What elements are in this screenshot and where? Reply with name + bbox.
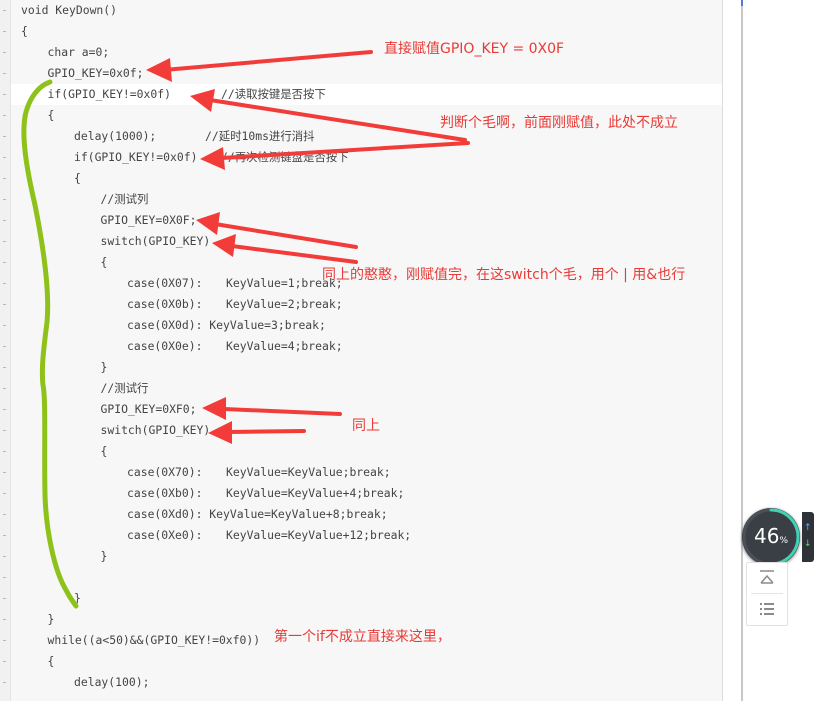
code-line: //测试行 bbox=[0, 378, 720, 399]
code-text: void KeyDown() bbox=[21, 3, 118, 17]
annotation-same-silly: 同上的憨憨，刚赋值完，在这switch个毛，用个 | 用&也行 bbox=[322, 267, 686, 283]
code-line: if(GPIO_KEY!=0x0f) //再次检测键盘是否按下 bbox=[0, 147, 720, 168]
code-line: } bbox=[0, 588, 720, 609]
code-text: //测试行 bbox=[100, 381, 149, 395]
code-text: { bbox=[100, 255, 108, 269]
code-line: { bbox=[0, 651, 720, 672]
list-menu-icon bbox=[760, 603, 774, 615]
code-line: case(0X70): KeyValue=KeyValue;break; bbox=[0, 462, 720, 483]
code-text: } bbox=[100, 549, 108, 563]
code-text: switch(GPIO_KEY) bbox=[100, 423, 211, 437]
code-line: } bbox=[0, 357, 720, 378]
code-text: GPIO_KEY=0X0F; bbox=[100, 213, 197, 227]
code-text: if(GPIO_KEY!=0x0f) bbox=[47, 87, 171, 101]
code-text: delay(1000); bbox=[74, 129, 157, 143]
code-text: if(GPIO_KEY!=0x0f) bbox=[74, 150, 198, 164]
code-text: { bbox=[47, 654, 55, 668]
code-statement: KeyValue=KeyValue+12;break; bbox=[226, 528, 412, 542]
code-line: { bbox=[0, 168, 720, 189]
code-text: delay(100); bbox=[74, 675, 150, 689]
panel-divider bbox=[722, 0, 723, 701]
annotation-direct-assign: 直接赋值GPIO_KEY = 0X0F bbox=[384, 41, 565, 57]
code-comment: //再次检测键盘是否按下 bbox=[221, 150, 349, 164]
code-text: { bbox=[100, 444, 108, 458]
code-comment: //延时10ms进行消抖 bbox=[205, 129, 315, 143]
code-text: { bbox=[21, 24, 28, 38]
code-text: switch(GPIO_KEY) bbox=[100, 234, 211, 248]
code-text: case(0Xb0): bbox=[127, 486, 203, 500]
speed-percent-unit: % bbox=[779, 536, 788, 546]
code-text: case(0X0d): KeyValue=3;break; bbox=[127, 318, 326, 332]
scrollbar-thumb[interactable] bbox=[741, 0, 743, 6]
code-text: GPIO_KEY=0x0f; bbox=[47, 66, 144, 80]
list-menu-button[interactable] bbox=[747, 594, 787, 624]
speed-percent: 46% bbox=[742, 526, 800, 551]
code-text: { bbox=[47, 108, 55, 122]
code-line: case(0Xd0): KeyValue=KeyValue+8;break; bbox=[0, 504, 720, 525]
code-text: case(0Xd0): KeyValue=KeyValue+8;break; bbox=[127, 507, 388, 521]
upload-arrow-icon: ↑ bbox=[804, 523, 812, 533]
code-line: char a=0; bbox=[0, 42, 720, 63]
code-text: } bbox=[74, 591, 81, 605]
speed-percent-value: 46 bbox=[753, 524, 780, 548]
code-line: case(0X0e): KeyValue=4;break; bbox=[0, 336, 720, 357]
code-block: void KeyDown() { char a=0; GPIO_KEY=0x0f;if… bbox=[0, 0, 722, 701]
code-text: case(0Xe0): bbox=[127, 528, 203, 542]
speed-side-panel: ↑ ↓ bbox=[802, 512, 814, 562]
page-tool-buttons bbox=[746, 562, 788, 626]
code-text: while((a<50)&&(GPIO_KEY!=0xf0)) bbox=[47, 633, 261, 647]
scroll-to-top-icon bbox=[760, 570, 774, 584]
code-text: } bbox=[47, 612, 55, 626]
code-line: case(0X0b): KeyValue=2;break; bbox=[0, 294, 720, 315]
annotation-judge-pointless: 判断个毛啊，前面刚赋值，此处不成立 bbox=[440, 115, 678, 131]
network-speed-widget[interactable]: 46% ↑ ↓ bbox=[740, 506, 814, 570]
code-statement: KeyValue=2;break; bbox=[226, 297, 343, 311]
annotation-first-if-fails: 第一个if不成立直接来这里， bbox=[274, 629, 451, 645]
code-line: case(0X0d): KeyValue=3;break; bbox=[0, 315, 720, 336]
annotation-same-as-above: 同上 bbox=[352, 418, 380, 434]
code-line: switch(GPIO_KEY) bbox=[0, 231, 720, 252]
code-text: char a=0; bbox=[47, 45, 110, 59]
code-line: void KeyDown() bbox=[0, 0, 720, 21]
code-line: GPIO_KEY=0x0f; bbox=[0, 63, 720, 84]
download-arrow-icon: ↓ bbox=[804, 539, 812, 549]
code-statement: KeyValue=KeyValue+4;break; bbox=[226, 486, 405, 500]
code-line: { bbox=[0, 21, 720, 42]
code-line: case(0Xe0): KeyValue=KeyValue+12;break; bbox=[0, 525, 720, 546]
scroll-to-top-button[interactable] bbox=[747, 563, 787, 593]
code-comment: //读取按键是否按下 bbox=[221, 87, 326, 101]
code-text: case(0X0b): bbox=[127, 297, 203, 311]
code-statement: KeyValue=KeyValue;break; bbox=[226, 465, 391, 479]
code-line: case(0Xb0): KeyValue=KeyValue+4;break; bbox=[0, 483, 720, 504]
code-text: //测试列 bbox=[100, 192, 149, 206]
code-text: case(0X70): bbox=[127, 465, 203, 479]
code-line: { bbox=[0, 441, 720, 462]
code-line: } bbox=[0, 546, 720, 567]
code-text: case(0X07): bbox=[127, 276, 203, 290]
code-text: } bbox=[100, 360, 108, 374]
code-statement: KeyValue=4;break; bbox=[226, 339, 343, 353]
code-line: //测试列 bbox=[0, 189, 720, 210]
code-line: delay(100); bbox=[0, 672, 720, 693]
page-scrollbar[interactable] bbox=[741, 0, 743, 701]
code-text: case(0X0e): bbox=[127, 339, 203, 353]
code-line: GPIO_KEY=0X0F; bbox=[0, 210, 720, 231]
code-text: { bbox=[74, 171, 81, 185]
code-text: GPIO_KEY=0XF0; bbox=[100, 402, 197, 416]
code-line: if(GPIO_KEY!=0x0f) //读取按键是否按下 bbox=[0, 84, 720, 105]
